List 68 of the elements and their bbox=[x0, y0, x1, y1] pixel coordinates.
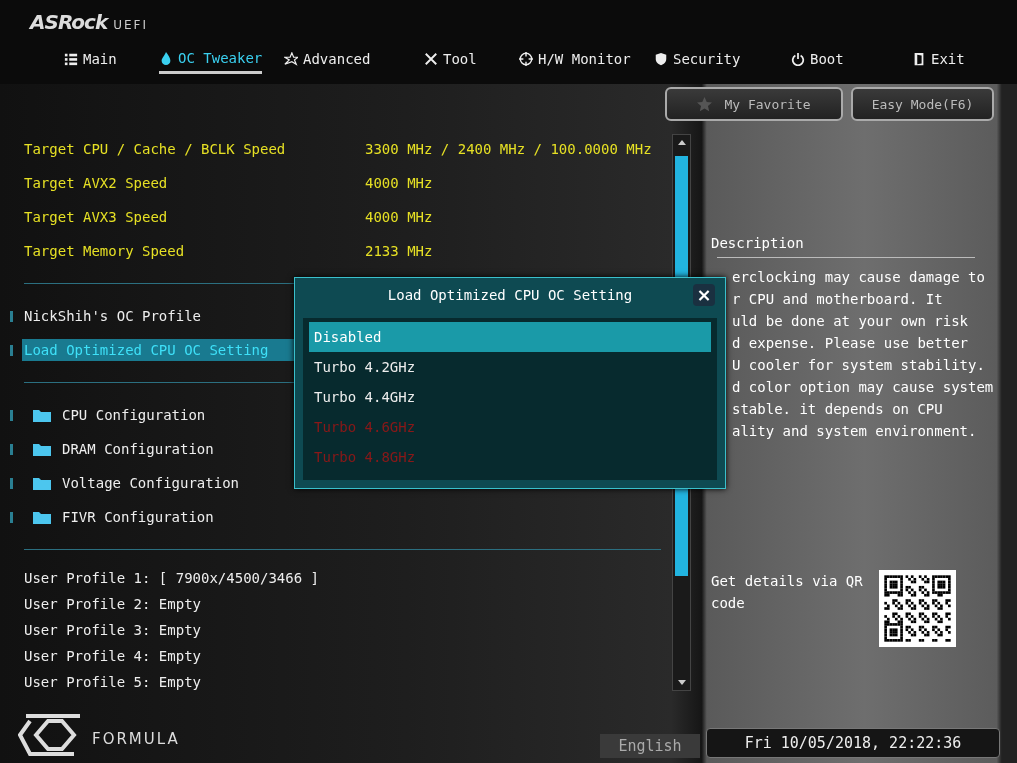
nav-tab[interactable]: Main bbox=[64, 44, 117, 74]
description-text: r CPU and motherboard. It bbox=[731, 290, 944, 309]
profile-entry: User Profile 1: [ 7900x/4500/3466 ] bbox=[24, 569, 320, 588]
submenu-item[interactable]: Voltage Configuration bbox=[60, 472, 241, 494]
description-text: ality and system environment. bbox=[731, 422, 978, 441]
qr-caption: Get details via QR code bbox=[711, 572, 864, 613]
nav-tab[interactable]: Advanced bbox=[284, 44, 371, 74]
option-item[interactable]: Turbo 4.2GHz bbox=[309, 352, 711, 382]
profile-entry: User Profile 3: Empty bbox=[24, 621, 202, 640]
item-marker-icon bbox=[10, 310, 13, 322]
qr-code-icon bbox=[879, 570, 956, 647]
power-icon bbox=[791, 52, 805, 66]
nav-tab[interactable]: Tool bbox=[424, 44, 477, 74]
profile-entry: User Profile 4: Empty bbox=[24, 647, 202, 666]
star-icon bbox=[284, 52, 298, 66]
setting-value: 4000 MHz bbox=[365, 175, 433, 191]
description-title: Description bbox=[711, 235, 805, 251]
setting-label: Target AVX2 Speed bbox=[24, 175, 169, 191]
folder-icon bbox=[32, 441, 52, 457]
scroll-up-icon[interactable] bbox=[677, 140, 686, 145]
item-marker-icon bbox=[10, 344, 13, 356]
item-marker-icon bbox=[10, 443, 13, 455]
description-text: stable. it depends on CPU bbox=[731, 400, 944, 419]
shield-icon bbox=[654, 52, 668, 66]
nav-tab[interactable]: H/W Monitor bbox=[519, 44, 631, 74]
item-marker-icon bbox=[10, 409, 13, 421]
scroll-down-icon[interactable] bbox=[677, 680, 686, 685]
setting-label: Target Memory Speed bbox=[24, 243, 186, 259]
setting-value: 2133 MHz bbox=[365, 243, 433, 259]
door-icon bbox=[912, 52, 926, 66]
setting-label: Target CPU / Cache / BCLK Speed bbox=[24, 141, 287, 157]
dialog-title: Load Optimized CPU OC Setting bbox=[387, 287, 633, 303]
header-button[interactable]: Easy Mode(F6) bbox=[851, 87, 994, 121]
date-time-display: Fri 10/05/2018, 22:22:36 bbox=[706, 728, 1000, 758]
menu-item[interactable]: NickShih's OC Profile bbox=[22, 305, 203, 327]
folder-icon bbox=[32, 509, 52, 525]
brand-logo: ASRock bbox=[30, 10, 108, 34]
option-item[interactable]: Turbo 4.4GHz bbox=[309, 382, 711, 412]
item-marker-icon bbox=[10, 511, 13, 523]
crosshair-icon bbox=[519, 52, 533, 66]
setting-value: 4000 MHz bbox=[365, 209, 433, 225]
description-text: uld be done at your own risk bbox=[731, 312, 969, 331]
language-button[interactable]: English bbox=[600, 734, 700, 758]
nav-tab[interactable]: Exit bbox=[912, 44, 965, 74]
setting-label: Target AVX3 Speed bbox=[24, 209, 169, 225]
folder-icon bbox=[32, 475, 52, 491]
header-button[interactable]: My Favorite bbox=[665, 87, 843, 121]
list-icon bbox=[64, 52, 78, 66]
profile-entry: User Profile 2: Empty bbox=[24, 595, 202, 614]
star-icon bbox=[697, 96, 713, 112]
description-text: d expense. Please use better bbox=[731, 334, 969, 353]
submenu-item[interactable]: CPU Configuration bbox=[60, 404, 208, 426]
setting-value: 3300 MHz / 2400 MHz / 100.0000 MHz bbox=[365, 141, 652, 157]
nav-tab[interactable]: Boot bbox=[791, 44, 844, 74]
tools-icon bbox=[424, 52, 438, 66]
close-button[interactable]: × bbox=[693, 284, 715, 306]
submenu-item[interactable]: DRAM Configuration bbox=[60, 438, 216, 460]
submenu-item[interactable]: FIVR Configuration bbox=[60, 506, 216, 528]
description-text: U cooler for system stability. bbox=[731, 356, 986, 375]
folder-icon bbox=[32, 407, 52, 423]
brand-wordmark: FORMULA bbox=[92, 730, 180, 748]
nav-tab[interactable]: Security bbox=[654, 44, 741, 74]
description-text: erclocking may cause damage to bbox=[731, 268, 986, 287]
description-text: d color option may cause system bbox=[731, 378, 995, 397]
nav-tab[interactable]: OC Tweaker bbox=[159, 44, 263, 74]
profile-entry: User Profile 5: Empty bbox=[24, 673, 202, 692]
brand-suffix: UEFI bbox=[113, 18, 148, 32]
item-marker-icon bbox=[10, 477, 13, 489]
